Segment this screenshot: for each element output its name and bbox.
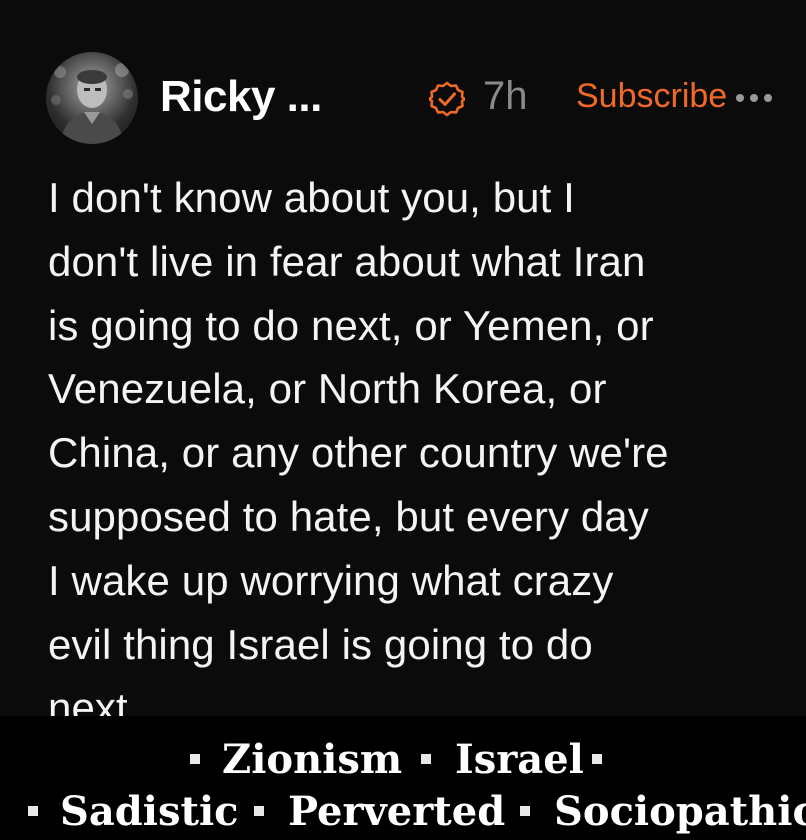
author-name[interactable]: Ricky ... [160, 72, 322, 122]
verified-check-icon [429, 81, 465, 117]
subscribe-button[interactable]: Subscribe [576, 77, 727, 116]
tag-label: Sociopathic [554, 788, 806, 835]
post-body: I don't know about you, but I don't live… [48, 174, 669, 716]
bullet-icon [592, 754, 602, 764]
bullet-icon [190, 754, 200, 764]
avatar[interactable] [46, 52, 138, 144]
bullet-icon [421, 754, 431, 764]
more-horizontal-icon[interactable] [734, 90, 774, 106]
post-timestamp: 7h [483, 74, 528, 118]
post-card: Ricky ... 7h Subscribe I don't know abou… [0, 0, 806, 716]
tag-label: Israel [455, 736, 584, 783]
tag-label: Zionism [222, 736, 403, 783]
bullet-icon [28, 806, 38, 816]
post-header: Ricky ... 7h Subscribe [46, 50, 786, 146]
tag-label: Perverted [288, 788, 506, 835]
tag-label: Sadistic [60, 788, 239, 835]
bullet-icon [520, 806, 530, 816]
tag-overlay: Zionism Israel Sadistic Perverted Sociop… [0, 716, 806, 840]
bullet-icon [254, 806, 264, 816]
